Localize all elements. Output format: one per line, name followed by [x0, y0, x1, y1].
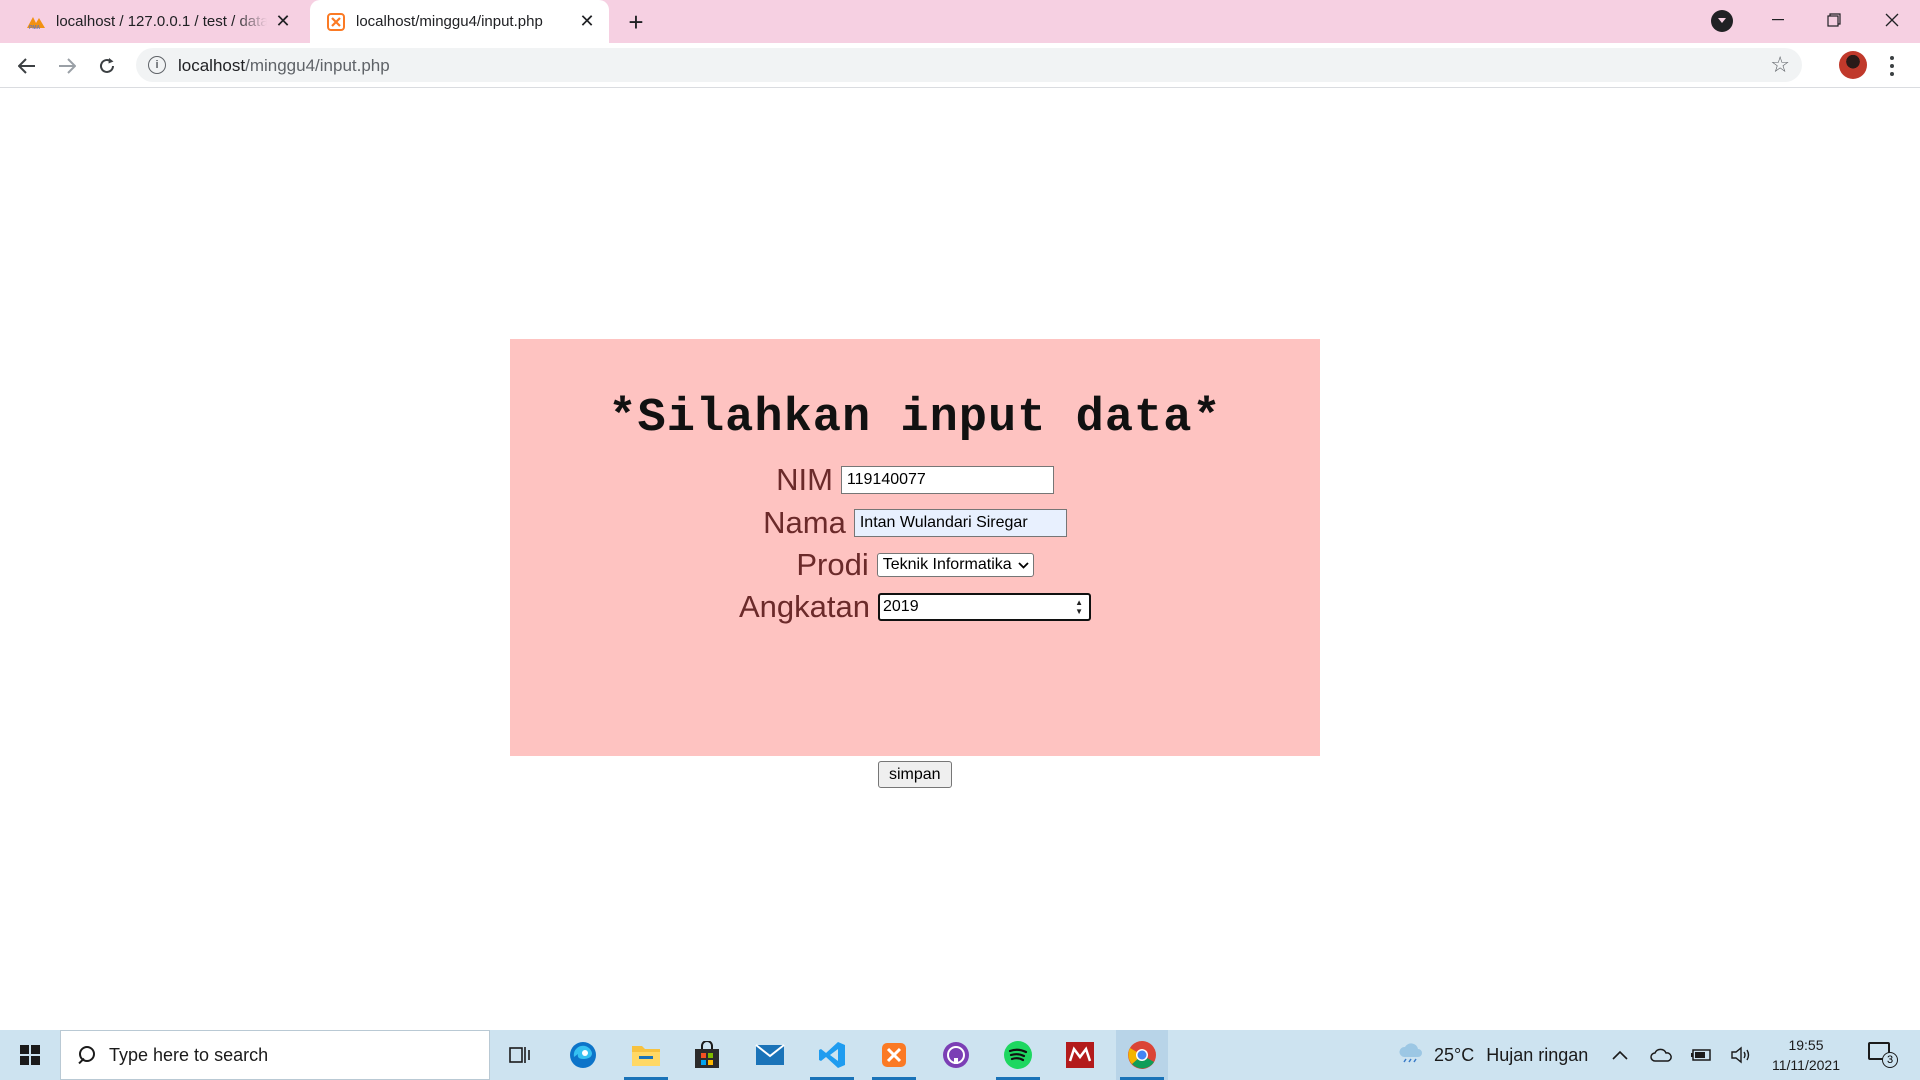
search-icon — [77, 1046, 95, 1064]
address-bar[interactable]: i localhost/minggu4/input.php ☆ — [136, 48, 1802, 82]
forward-button[interactable] — [52, 51, 82, 81]
chrome-icon[interactable] — [1116, 1030, 1168, 1080]
taskbar-search[interactable]: Type here to search — [60, 1030, 490, 1080]
microsoft-store-icon[interactable] — [681, 1030, 733, 1080]
profile-avatar[interactable] — [1839, 51, 1867, 79]
prodi-select[interactable]: Teknik Informatika — [876, 553, 1034, 577]
weather-widget[interactable]: 25°C Hujan ringan — [1398, 1030, 1588, 1080]
mendeley-icon[interactable] — [1054, 1030, 1106, 1080]
mail-icon[interactable] — [744, 1030, 796, 1080]
show-hidden-icons-icon[interactable] — [1612, 1030, 1628, 1080]
notification-center-icon[interactable]: 3 — [1868, 1042, 1898, 1068]
weather-rain-icon — [1398, 1042, 1424, 1068]
simpan-button[interactable]: simpan — [878, 761, 952, 788]
close-window-button[interactable] — [1864, 0, 1920, 40]
svg-text:PMA: PMA — [29, 25, 41, 30]
volume-icon[interactable] — [1730, 1030, 1752, 1080]
prodi-selected-value: Teknik Informatika — [882, 556, 1012, 573]
nim-row: NIM 119140077 — [510, 462, 1320, 498]
system-clock[interactable]: 19:55 11/11/2021 — [1764, 1035, 1848, 1075]
task-view-icon[interactable] — [494, 1030, 546, 1080]
angkatan-row: Angkatan 2019 ▲ ▼ — [510, 589, 1320, 625]
start-button[interactable] — [0, 1030, 60, 1080]
xampp-icon[interactable] — [868, 1030, 920, 1080]
nama-label: Nama — [763, 505, 846, 540]
spin-down-icon[interactable]: ▼ — [1075, 607, 1083, 616]
tab-title: localhost/minggu4/input.php — [356, 13, 543, 30]
form-heading: *Silahkan input data* — [608, 392, 1222, 445]
tab-title: localhost / 127.0.0.1 / test / datam — [56, 13, 267, 30]
clock-date: 11/11/2021 — [1772, 1057, 1840, 1073]
search-placeholder: Type here to search — [109, 1044, 269, 1065]
weather-temp: 25°C — [1434, 1044, 1475, 1065]
input-form: *Silahkan input data* NIM 119140077 Nama… — [510, 339, 1320, 788]
github-desktop-icon[interactable] — [930, 1030, 982, 1080]
xampp-icon — [326, 12, 346, 32]
nama-row: Nama Intan Wulandari Siregar — [510, 505, 1320, 541]
tab-strip: PMA localhost / 127.0.0.1 / test / datam… — [0, 0, 1920, 43]
page-content: *Silahkan input data* NIM 119140077 Nama… — [0, 89, 1920, 1030]
vscode-icon[interactable] — [806, 1030, 858, 1080]
file-explorer-icon[interactable] — [620, 1030, 672, 1080]
tab-search-icon[interactable] — [1711, 10, 1733, 32]
phpmyadmin-icon: PMA — [26, 12, 46, 32]
back-button[interactable] — [12, 51, 42, 81]
reload-button[interactable] — [92, 51, 122, 81]
windows-logo-icon — [20, 1045, 40, 1065]
weather-condition: Hujan ringan — [1486, 1044, 1589, 1065]
spin-up-icon[interactable]: ▲ — [1075, 598, 1083, 607]
new-tab-button[interactable]: + — [622, 7, 650, 37]
angkatan-input[interactable]: 2019 ▲ ▼ — [878, 593, 1091, 621]
angkatan-label: Angkatan — [739, 589, 870, 624]
browser-toolbar: i localhost/minggu4/input.php ☆ — [0, 43, 1920, 88]
notification-badge: 3 — [1882, 1052, 1898, 1068]
chrome-menu-icon[interactable] — [1882, 54, 1902, 78]
chevron-down-icon — [1018, 558, 1029, 572]
nim-label: NIM — [776, 462, 833, 497]
minimize-button[interactable] — [1750, 0, 1806, 40]
windows-taskbar: Type here to search 25°C Hujan ringan 19… — [0, 1030, 1920, 1080]
address-url: localhost/minggu4/input.php — [178, 56, 390, 75]
edge-icon[interactable] — [557, 1030, 609, 1080]
battery-icon[interactable] — [1690, 1030, 1712, 1080]
nama-input[interactable]: Intan Wulandari Siregar — [853, 509, 1067, 537]
onedrive-icon[interactable] — [1650, 1030, 1672, 1080]
close-tab-icon[interactable]: ✕ — [577, 11, 597, 32]
site-info-icon[interactable]: i — [148, 56, 166, 74]
prodi-row: Prodi Teknik Informatika — [510, 547, 1320, 583]
clock-time: 19:55 — [1788, 1037, 1824, 1053]
angkatan-value: 2019 — [883, 598, 919, 615]
nim-input[interactable]: 119140077 — [840, 466, 1054, 494]
spotify-icon[interactable] — [992, 1030, 1044, 1080]
prodi-label: Prodi — [796, 547, 869, 582]
close-tab-icon[interactable]: ✕ — [273, 11, 293, 32]
tab-phpmyadmin[interactable]: PMA localhost / 127.0.0.1 / test / datam… — [10, 0, 305, 43]
number-spinner[interactable]: ▲ ▼ — [1075, 598, 1083, 616]
tab-input-php[interactable]: localhost/minggu4/input.php ✕ — [310, 0, 609, 43]
bookmark-star-icon[interactable]: ☆ — [1770, 52, 1790, 78]
restore-button[interactable] — [1806, 0, 1862, 40]
